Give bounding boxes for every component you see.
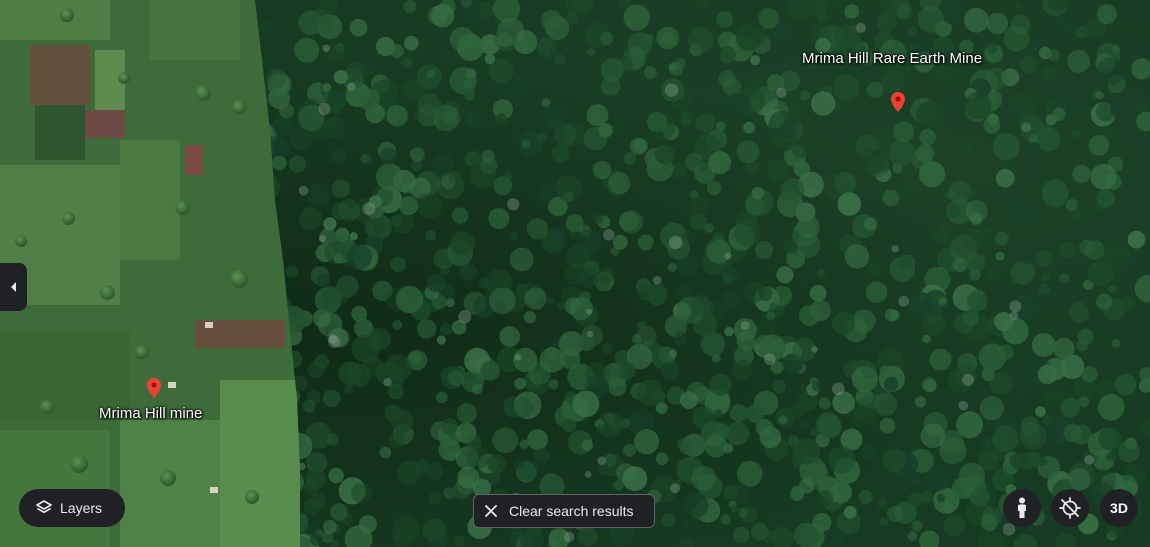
- location-disabled-icon: [1059, 497, 1081, 519]
- my-location-button[interactable]: [1051, 489, 1089, 527]
- layers-button[interactable]: Layers: [19, 489, 125, 527]
- close-icon: [485, 505, 497, 517]
- map-pin-icon[interactable]: [147, 378, 161, 398]
- view-3d-button[interactable]: 3D: [1100, 489, 1138, 527]
- place-label-mrima-hill-mine[interactable]: Mrima Hill mine: [99, 405, 202, 422]
- farmland-area: [0, 0, 300, 547]
- pegman-icon: [1018, 497, 1026, 518]
- chevron-left-icon: [10, 282, 16, 292]
- street-view-button[interactable]: [1003, 489, 1041, 527]
- map-pin-icon[interactable]: [891, 92, 905, 112]
- satellite-map[interactable]: Mrima Hill Rare Earth Mine Mrima Hill mi…: [0, 0, 1150, 547]
- side-panel-toggle[interactable]: [0, 263, 27, 311]
- place-label-rare-earth-mine[interactable]: Mrima Hill Rare Earth Mine: [802, 50, 982, 67]
- layers-icon: [36, 500, 52, 514]
- view-3d-label: 3D: [1110, 500, 1128, 516]
- layers-label: Layers: [60, 500, 103, 516]
- clear-search-results-button[interactable]: Clear search results: [473, 494, 655, 528]
- clear-search-results-label: Clear search results: [509, 503, 634, 519]
